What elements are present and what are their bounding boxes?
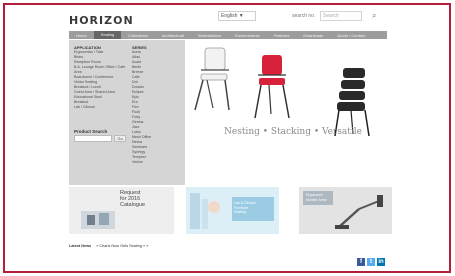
promo-line: Lab & Clinical	[234, 201, 256, 205]
latest-news-text[interactable]: » Charis Now Gets Seating » »	[96, 244, 148, 248]
horizon-logo[interactable]: HORIZON	[69, 14, 134, 27]
facebook-icon[interactable]: f	[357, 258, 365, 266]
nav-item-workstations[interactable]: Workstations	[191, 33, 228, 38]
nav-item-downloads[interactable]: Downloads	[296, 33, 330, 38]
application-column: APPLICATION Ergonomics / Task Bistro Rec…	[74, 45, 129, 110]
product-search-label: Product Search	[74, 129, 108, 134]
twitter-icon[interactable]: t	[367, 258, 375, 266]
stacked-chairs	[334, 68, 370, 137]
lab-clinical-promo[interactable]: Lab & Clinical Furniture Seating	[186, 187, 279, 234]
search-icon[interactable]: ⌕	[372, 11, 376, 21]
nav-item-home[interactable]: Home	[69, 33, 94, 38]
nav-item-environments[interactable]: Environments	[228, 33, 266, 38]
nav-item-seating[interactable]: Seating	[93, 31, 122, 39]
promo-line: Seating	[234, 210, 246, 214]
promo-line: Monitor Arms	[306, 197, 327, 202]
search-label: search no.	[292, 13, 316, 19]
red-chair	[254, 55, 290, 119]
white-chair	[194, 47, 230, 111]
nav-item-collections[interactable]: Collections	[121, 33, 155, 38]
catalogue-promo-text: Request for 2016 Catalogue	[120, 190, 145, 208]
hero-chairs-image[interactable]	[185, 40, 395, 185]
nav-item-features[interactable]: Features	[267, 33, 297, 38]
series-column: SERIES Aorta Atlas Avant Berlin Breeze C…	[132, 45, 182, 165]
monitor-arm-promo[interactable]: Ergonomic Monitor Arms	[299, 187, 392, 234]
seating-mega-menu: APPLICATION Ergonomics / Task Bistro Rec…	[69, 40, 185, 185]
nav-item-architectural[interactable]: Architectural	[155, 33, 191, 38]
monitor-promo-text: Ergonomic Monitor Arms	[306, 193, 327, 202]
menu-item[interactable]: B.A. Lounge Room Office / Cafe Area	[74, 65, 129, 75]
product-search-go-button[interactable]: Go	[114, 135, 126, 142]
linkedin-icon[interactable]: in	[377, 258, 385, 266]
latest-news[interactable]: Latest News » Charis Now Gets Seating » …	[69, 244, 148, 248]
catalogue-promo[interactable]: Request for 2016 Catalogue	[69, 187, 174, 234]
nav-item-quote-contact[interactable]: Quote / Contact	[330, 33, 372, 38]
search-input[interactable]: Search	[320, 11, 362, 21]
menu-item[interactable]: Lab / Clinical	[74, 105, 129, 110]
catalogue-image	[81, 211, 115, 229]
menu-item[interactable]: Venice	[132, 160, 182, 165]
language-select[interactable]: English ▼	[218, 11, 256, 21]
main-nav: Home Seating Collections Architectural W…	[69, 31, 387, 39]
product-search-input[interactable]	[74, 135, 112, 142]
latest-news-label: Latest News	[69, 244, 92, 248]
hero-tagline: Nesting • Stacking • Versatile	[224, 127, 362, 137]
promo-line: Catalogue	[120, 202, 146, 208]
lab-promo-text: Lab & Clinical Furniture Seating	[234, 201, 255, 215]
